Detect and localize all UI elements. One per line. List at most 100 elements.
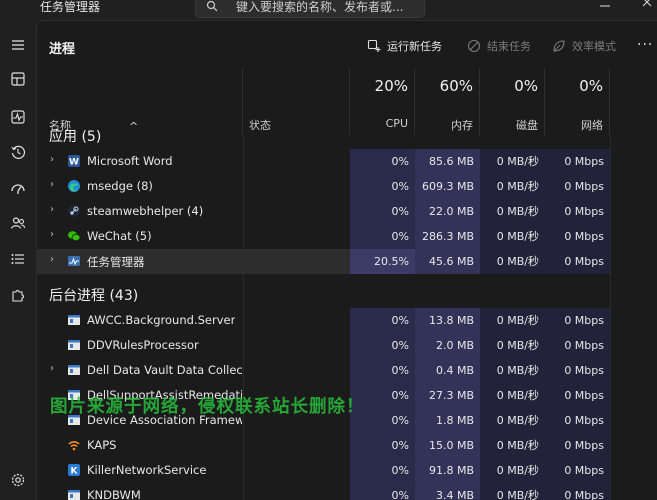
- run-new-task-label: 运行新任务: [387, 40, 442, 53]
- process-name: DDVRulesProcessor: [87, 338, 199, 352]
- table-row[interactable]: › Dell Data Vault Data Collect... 0% 0.4…: [37, 358, 610, 383]
- expand-chevron-icon[interactable]: ›: [50, 204, 54, 215]
- table-row[interactable]: › msedge (8) 0% 609.3 MB 0 MB/秒 0 Mbps: [37, 174, 610, 199]
- network-value: 0 Mbps: [545, 174, 610, 199]
- column-memory-label: 内存: [451, 119, 473, 132]
- table-row[interactable]: › W Microsoft Word 0% 85.6 MB 0 MB/秒 0 M…: [37, 149, 610, 174]
- process-name: AWCC.Background.Server: [87, 313, 236, 327]
- column-divider: [610, 135, 611, 500]
- sidebar-item-startup[interactable]: [3, 173, 33, 203]
- killer-network-icon: K: [68, 464, 80, 477]
- column-header-status[interactable]: 状态: [243, 68, 350, 135]
- service-window-icon: [68, 490, 80, 500]
- sidebar-item-settings[interactable]: [3, 465, 33, 495]
- cpu-value: 0%: [350, 433, 415, 458]
- table-row[interactable]: AWCC.Background.Server 0% 13.8 MB 0 MB/秒…: [37, 308, 610, 333]
- task-manager-icon: [68, 256, 80, 266]
- users-icon: [10, 217, 26, 229]
- sidebar-item-processes[interactable]: [3, 64, 33, 94]
- search-box[interactable]: 键入要搜索的名称、发布者或...: [195, 0, 425, 18]
- table-row[interactable]: DDVRulesProcessor 0% 2.0 MB 0 MB/秒 0 Mbp…: [37, 333, 610, 358]
- network-value: 0 Mbps: [545, 408, 610, 433]
- new-task-icon: [367, 39, 381, 52]
- column-network-label: 网络: [581, 119, 603, 132]
- disk-value: 0 MB/秒: [480, 483, 545, 500]
- disk-value: 0 MB/秒: [480, 358, 545, 383]
- table-row[interactable]: › WeChat (5) 0% 286.3 MB 0 MB/秒 0 Mbps: [37, 224, 610, 249]
- cpu-total: 20%: [374, 77, 408, 95]
- svg-text:W: W: [69, 158, 79, 168]
- sidebar-item-details[interactable]: [3, 244, 33, 274]
- disk-value: 0 MB/秒: [480, 174, 545, 199]
- column-header-memory[interactable]: 60% 内存: [415, 68, 480, 135]
- table-row[interactable]: KAPS 0% 15.0 MB 0 MB/秒 0 Mbps: [37, 433, 610, 458]
- network-value: 0 Mbps: [545, 333, 610, 358]
- hamburger-menu-button[interactable]: [3, 30, 33, 60]
- sidebar-item-users[interactable]: [3, 208, 33, 238]
- search-icon: [206, 0, 218, 12]
- expand-chevron-icon[interactable]: ›: [50, 229, 54, 240]
- disk-value: 0 MB/秒: [480, 224, 545, 249]
- column-header-name[interactable]: ^ 名称: [37, 68, 243, 135]
- efficiency-mode-label: 效率模式: [572, 40, 616, 53]
- expand-chevron-icon[interactable]: ›: [50, 363, 54, 374]
- network-value: 0 Mbps: [545, 383, 610, 408]
- network-value: 0 Mbps: [545, 149, 610, 174]
- service-window-icon: [68, 365, 80, 375]
- table-row[interactable]: › steamwebhelper (4) 0% 22.0 MB 0 MB/秒 0…: [37, 199, 610, 224]
- cpu-value: 0%: [350, 174, 415, 199]
- process-name: 任务管理器: [87, 255, 145, 269]
- column-header-network[interactable]: 0% 网络: [545, 68, 610, 135]
- processes-icon: [11, 72, 25, 86]
- memory-value: 3.4 MB: [415, 483, 480, 500]
- details-list-icon: [11, 254, 24, 264]
- memory-value: 0.4 MB: [415, 358, 480, 383]
- expand-chevron-icon[interactable]: ›: [50, 254, 54, 265]
- minimize-icon[interactable]: [598, 0, 612, 14]
- run-new-task-button[interactable]: 运行新任务: [367, 38, 442, 54]
- memory-value: 609.3 MB: [415, 174, 480, 199]
- disk-value: 0 MB/秒: [480, 383, 545, 408]
- disk-total: 0%: [514, 77, 538, 95]
- cpu-value: 0%: [350, 458, 415, 483]
- sidebar-item-services[interactable]: [3, 280, 33, 310]
- hamburger-icon: [12, 40, 24, 50]
- memory-value: 15.0 MB: [415, 433, 480, 458]
- history-icon: [11, 145, 26, 159]
- sidebar-item-app-history[interactable]: [3, 137, 33, 167]
- memory-value: 22.0 MB: [415, 199, 480, 224]
- memory-total: 60%: [439, 77, 473, 95]
- steam-icon: [68, 205, 80, 217]
- process-name: KNDBWM: [87, 488, 141, 500]
- memory-value: 45.6 MB: [415, 249, 480, 274]
- memory-value: 85.6 MB: [415, 149, 480, 174]
- toolbar: 进程 运行新任务 结束任务 效率模式 ···: [37, 21, 657, 67]
- leaf-icon: [553, 40, 565, 52]
- watermark-text: 图片来源于网络，侵权联系站长删除！: [50, 397, 365, 417]
- expand-chevron-icon[interactable]: ›: [50, 154, 54, 165]
- end-task-label: 结束任务: [487, 40, 531, 53]
- column-header-cpu[interactable]: 20% CPU: [350, 68, 415, 135]
- service-window-icon: [68, 340, 80, 350]
- network-total: 0%: [579, 77, 603, 95]
- table-row-selected[interactable]: › 任务管理器 20.5% 45.6 MB 0 MB/秒 0 Mbps: [37, 249, 610, 274]
- process-name: msedge (8): [87, 179, 153, 193]
- expand-chevron-icon[interactable]: ›: [50, 179, 54, 190]
- word-icon: W: [68, 155, 80, 168]
- sidebar-item-performance[interactable]: [3, 102, 33, 132]
- close-icon[interactable]: [640, 0, 654, 14]
- end-task-button[interactable]: 结束任务: [467, 38, 531, 54]
- column-header-disk[interactable]: 0% 磁盘: [480, 68, 545, 135]
- more-options-button[interactable]: ···: [637, 37, 653, 53]
- memory-value: 2.0 MB: [415, 333, 480, 358]
- service-window-icon: [68, 315, 80, 325]
- table-row[interactable]: K KillerNetworkService 0% 91.8 MB 0 MB/秒…: [37, 458, 610, 483]
- disk-value: 0 MB/秒: [480, 408, 545, 433]
- table-row[interactable]: KNDBWM 0% 3.4 MB 0 MB/秒 0 Mbps: [37, 483, 610, 500]
- memory-value: 27.3 MB: [415, 383, 480, 408]
- efficiency-mode-button[interactable]: 效率模式: [552, 38, 616, 54]
- network-value: 0 Mbps: [545, 433, 610, 458]
- gear-icon: [11, 473, 25, 487]
- memory-value: 91.8 MB: [415, 458, 480, 483]
- wechat-icon: [68, 231, 81, 242]
